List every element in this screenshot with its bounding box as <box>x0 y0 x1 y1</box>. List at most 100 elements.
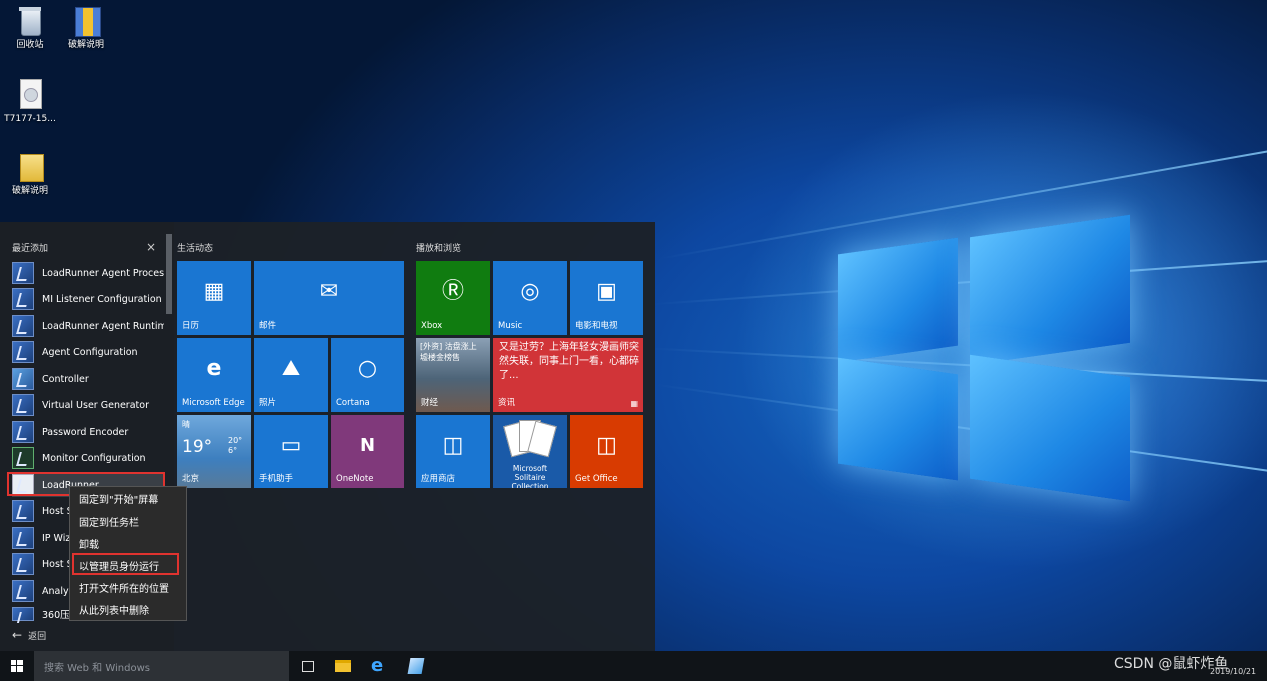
tile-label: 手机助手 <box>259 474 294 484</box>
password-encoder-icon <box>12 421 34 443</box>
zip-tool-icon <box>12 607 34 621</box>
pinned-app-icon[interactable] <box>407 657 425 675</box>
app-item-loadrunner-agent-process[interactable]: LoadRunner Agent Process <box>12 261 164 285</box>
desktop-icon-crack-notes[interactable]: 破解说明 <box>56 4 116 51</box>
edge-browser-icon[interactable]: e <box>371 657 389 675</box>
tile-solitaire[interactable]: Microsoft Solitaire Collection <box>493 415 567 488</box>
xbox-icon: Ⓡ <box>441 279 465 305</box>
desktop-icon-crack-notes-folder[interactable]: 破解说明 <box>0 150 60 197</box>
app-item-label: Controller <box>42 373 89 385</box>
app-item-mi-listener-configuration[interactable]: MI Listener Configuration <box>12 287 164 311</box>
wallpaper-light-beam <box>651 260 1267 306</box>
tile-label: Microsoft Edge <box>182 398 245 408</box>
app-item-label: IP Wiz <box>42 532 71 544</box>
task-view-icon[interactable] <box>299 657 317 675</box>
menu-item-open-file-location[interactable]: 打开文件所在的位置 <box>79 580 169 595</box>
news-icon: ▦ <box>630 399 638 408</box>
recycle-bin-icon <box>15 4 45 36</box>
menu-item-pin-to-start[interactable]: 固定到"开始"屏幕 <box>79 491 158 506</box>
loadrunner-agent-icon <box>12 262 34 284</box>
app-item-monitor-configuration[interactable]: Monitor Configuration <box>12 446 164 470</box>
menu-item-remove-from-list[interactable]: 从此列表中删除 <box>79 602 149 617</box>
store-icon: ◫ <box>442 432 464 458</box>
tile-calendar[interactable]: ▦ 日历 <box>177 261 251 335</box>
run-as-admin-highlight <box>72 553 179 575</box>
group-heading-play: 播放和浏览 <box>416 244 462 254</box>
windows-logo-pane <box>970 354 1130 502</box>
app-item-label: LoadRunner Agent Process <box>42 267 164 279</box>
tile-label: Music <box>498 321 523 331</box>
tile-label: Cortana <box>336 398 370 408</box>
tile-photos[interactable]: ⛰ 照片 <box>254 338 328 412</box>
analysis-icon <box>12 580 34 602</box>
desktop-icon-disk-image[interactable]: T7177-15... <box>0 78 60 125</box>
tile-label: OneNote <box>336 474 374 484</box>
tile-get-office[interactable]: ◫ Get Office <box>570 415 643 488</box>
tile-finance[interactable]: [外资] 沽盘涨上 墟楼金榜售 财经 <box>416 338 490 412</box>
app-item-label: MI Listener Configuration <box>42 293 162 305</box>
windows-start-icon[interactable] <box>11 660 23 672</box>
tile-label: 日历 <box>182 321 200 331</box>
close-icon[interactable]: × <box>146 240 156 254</box>
app-item-agent-configuration[interactable]: Agent Configuration <box>12 340 164 364</box>
tile-xbox[interactable]: Ⓡ Xbox <box>416 261 490 335</box>
desktop-icon-recycle-bin[interactable]: 回收站 <box>0 4 60 51</box>
tile-label: Xbox <box>421 321 443 331</box>
app-item-loadrunner-agent-runtime[interactable]: LoadRunner Agent Runtim... <box>12 314 164 338</box>
music-icon: ◎ <box>520 279 540 305</box>
windows-logo-pane <box>838 237 958 363</box>
app-item-password-encoder[interactable]: Password Encoder <box>12 420 164 444</box>
weather-high: 20° <box>228 436 243 445</box>
tile-onenote[interactable]: N OneNote <box>331 415 404 488</box>
config-tool-icon <box>12 288 34 310</box>
office-icon: ◫ <box>596 432 617 458</box>
group-heading-life: 生活动态 <box>177 244 214 254</box>
windows-logo-pane <box>970 214 1130 366</box>
calendar-icon: ▦ <box>203 279 225 305</box>
desktop-icon-label: 回收站 <box>16 40 44 50</box>
search-input[interactable]: 搜索 Web 和 Windows <box>34 651 289 681</box>
ip-wizard-icon <box>12 527 34 549</box>
app-item-label: Virtual User Generator <box>42 399 149 411</box>
monitor-config-icon <box>12 447 34 469</box>
tile-mail[interactable]: ✉ 邮件 <box>254 261 404 335</box>
app-item-label: LoadRunner Agent Runtim... <box>42 320 164 332</box>
menu-item-pin-to-taskbar[interactable]: 固定到任务栏 <box>79 514 139 529</box>
app-list-scrollbar[interactable] <box>166 234 172 314</box>
vugen-icon <box>12 394 34 416</box>
tile-news[interactable]: 又是过劳？上海年轻女漫画师突然失联，同事上门一看，心都碎了... 资讯 ▦ <box>493 338 643 412</box>
tile-phone-companion[interactable]: ▭ 手机助手 <box>254 415 328 488</box>
tile-label: 财经 <box>421 398 439 408</box>
file-explorer-icon[interactable] <box>334 657 352 675</box>
tile-music[interactable]: ◎ Music <box>493 261 567 335</box>
tile-weather[interactable]: 晴 19° 20° 6° 北京 <box>177 415 251 488</box>
tile-edge[interactable]: e Microsoft Edge <box>177 338 251 412</box>
wallpaper-light-beam <box>650 347 1267 382</box>
host-security-icon <box>12 500 34 522</box>
app-item-virtual-user-generator[interactable]: Virtual User Generator <box>12 393 164 417</box>
app-item-controller[interactable]: Controller <box>12 367 164 391</box>
app-item-label: Monitor Configuration <box>42 452 146 464</box>
controller-icon <box>12 368 34 390</box>
tile-label: 邮件 <box>259 321 277 331</box>
tile-movies-tv[interactable]: ▣ 电影和电视 <box>570 261 643 335</box>
host-security-icon <box>12 553 34 575</box>
finance-headline: [外资] 沽盘涨上 墟楼金榜售 <box>420 342 477 362</box>
search-placeholder: 搜索 Web 和 Windows <box>44 663 150 674</box>
tile-cortana[interactable]: ○ Cortana <box>331 338 404 412</box>
tile-label: Microsoft Solitaire Collection <box>511 464 549 488</box>
onenote-icon: N <box>359 434 376 456</box>
disc-image-icon <box>15 78 45 110</box>
arrow-left-icon: ← <box>12 628 23 642</box>
config-tool-icon <box>12 341 34 363</box>
tile-label: 北京 <box>182 474 200 484</box>
tile-label: Get Office <box>575 474 618 484</box>
phone-icon: ▭ <box>280 432 302 458</box>
menu-item-uninstall[interactable]: 卸载 <box>79 536 99 551</box>
weather-low: 6° <box>228 446 238 455</box>
tile-label: 资讯 <box>498 398 516 408</box>
taskbar: 搜索 Web 和 Windows e 2019/10/21 <box>0 651 1267 681</box>
back-button[interactable]: ← 返回 <box>12 628 46 642</box>
weather-temperature: 19° <box>182 437 213 457</box>
tile-store[interactable]: ◫ 应用商店 <box>416 415 490 488</box>
